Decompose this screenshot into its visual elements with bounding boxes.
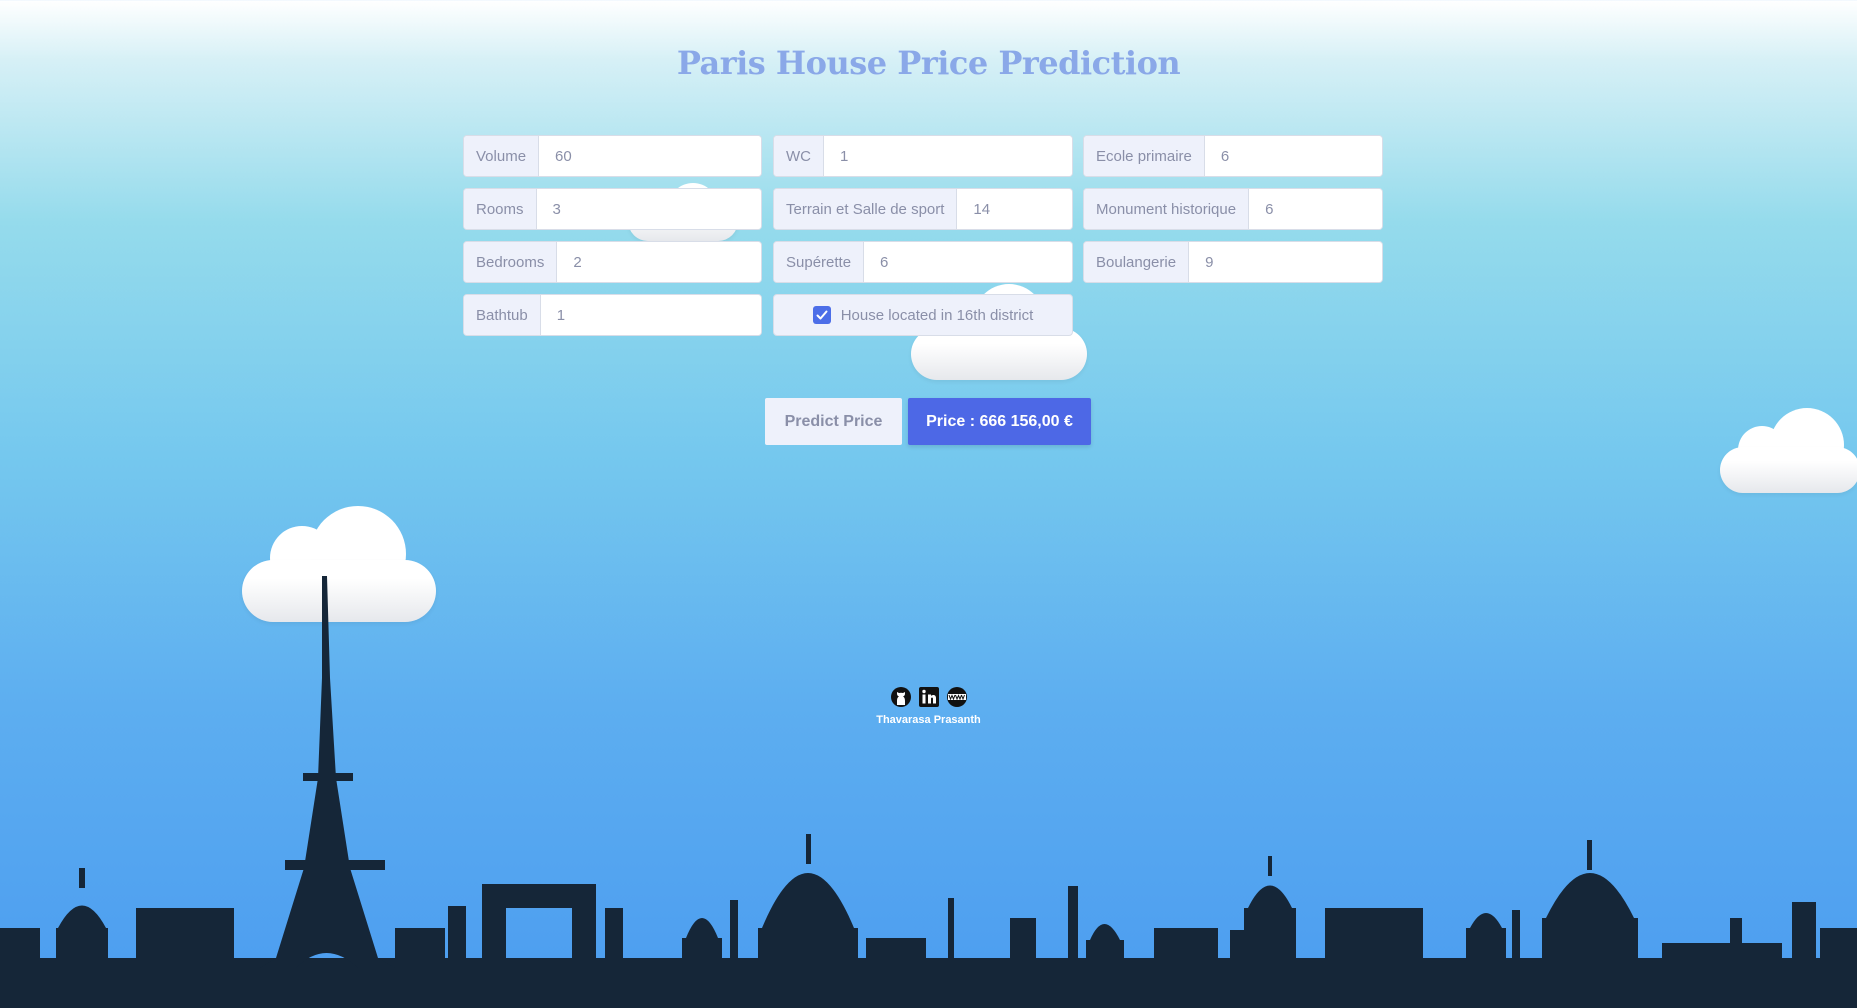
price-result-button[interactable]: Price : 666 156,00 €	[908, 398, 1091, 445]
github-icon[interactable]	[890, 686, 912, 708]
bedrooms-label: Bedrooms	[464, 242, 558, 282]
district-checkbox[interactable]	[812, 306, 831, 324]
ecole-field-group: Ecole primaire	[1083, 135, 1383, 177]
author-name: Thavarasa Prasanth	[876, 714, 981, 726]
district-checkbox-label: House located in 16th district	[840, 306, 1034, 324]
superette-input[interactable]	[864, 242, 1072, 282]
ecole-label: Ecole primaire	[1084, 136, 1205, 176]
wc-input[interactable]	[824, 136, 1072, 176]
bathtub-field-group: Bathtub	[463, 294, 762, 336]
website-icon[interactable]	[946, 686, 968, 708]
superette-label: Supérette	[774, 242, 865, 282]
volume-field-group: Volume	[463, 135, 762, 177]
wc-label: WC	[774, 136, 824, 176]
terrain-field-group: Terrain et Salle de sport	[773, 188, 1073, 230]
superette-field-group: Supérette	[773, 241, 1073, 283]
rooms-input[interactable]	[536, 189, 761, 229]
bedrooms-field-group: Bedrooms	[463, 241, 762, 283]
bathtub-label: Bathtub	[464, 295, 541, 335]
terrain-label: Terrain et Salle de sport	[774, 189, 958, 229]
rooms-label: Rooms	[464, 189, 537, 229]
page-title: Paris House Price Prediction	[676, 44, 1181, 82]
linkedin-icon[interactable]	[918, 686, 940, 708]
volume-input[interactable]	[539, 136, 761, 176]
monument-label: Monument historique	[1084, 189, 1250, 229]
predict-price-button[interactable]: Predict Price	[765, 398, 902, 445]
volume-label: Volume	[464, 136, 540, 176]
cloud-right	[1720, 408, 1857, 493]
checkmark-icon	[816, 310, 828, 320]
rooms-field-group: Rooms	[463, 188, 762, 230]
footer: Thavarasa Prasanth	[0, 686, 1857, 726]
bathtub-input[interactable]	[540, 295, 761, 335]
paris-skyline-illustration	[0, 576, 1857, 1008]
terrain-input[interactable]	[957, 189, 1072, 229]
boulangerie-input[interactable]	[1189, 242, 1382, 282]
monument-field-group: Monument historique	[1083, 188, 1383, 230]
district-checkbox-group[interactable]: House located in 16th district	[773, 294, 1073, 336]
ecole-input[interactable]	[1204, 136, 1382, 176]
monument-input[interactable]	[1249, 189, 1382, 229]
wc-field-group: WC	[773, 135, 1073, 177]
boulangerie-label: Boulangerie	[1084, 242, 1190, 282]
boulangerie-field-group: Boulangerie	[1083, 241, 1383, 283]
social-links	[0, 686, 1857, 708]
bedrooms-input[interactable]	[557, 242, 761, 282]
